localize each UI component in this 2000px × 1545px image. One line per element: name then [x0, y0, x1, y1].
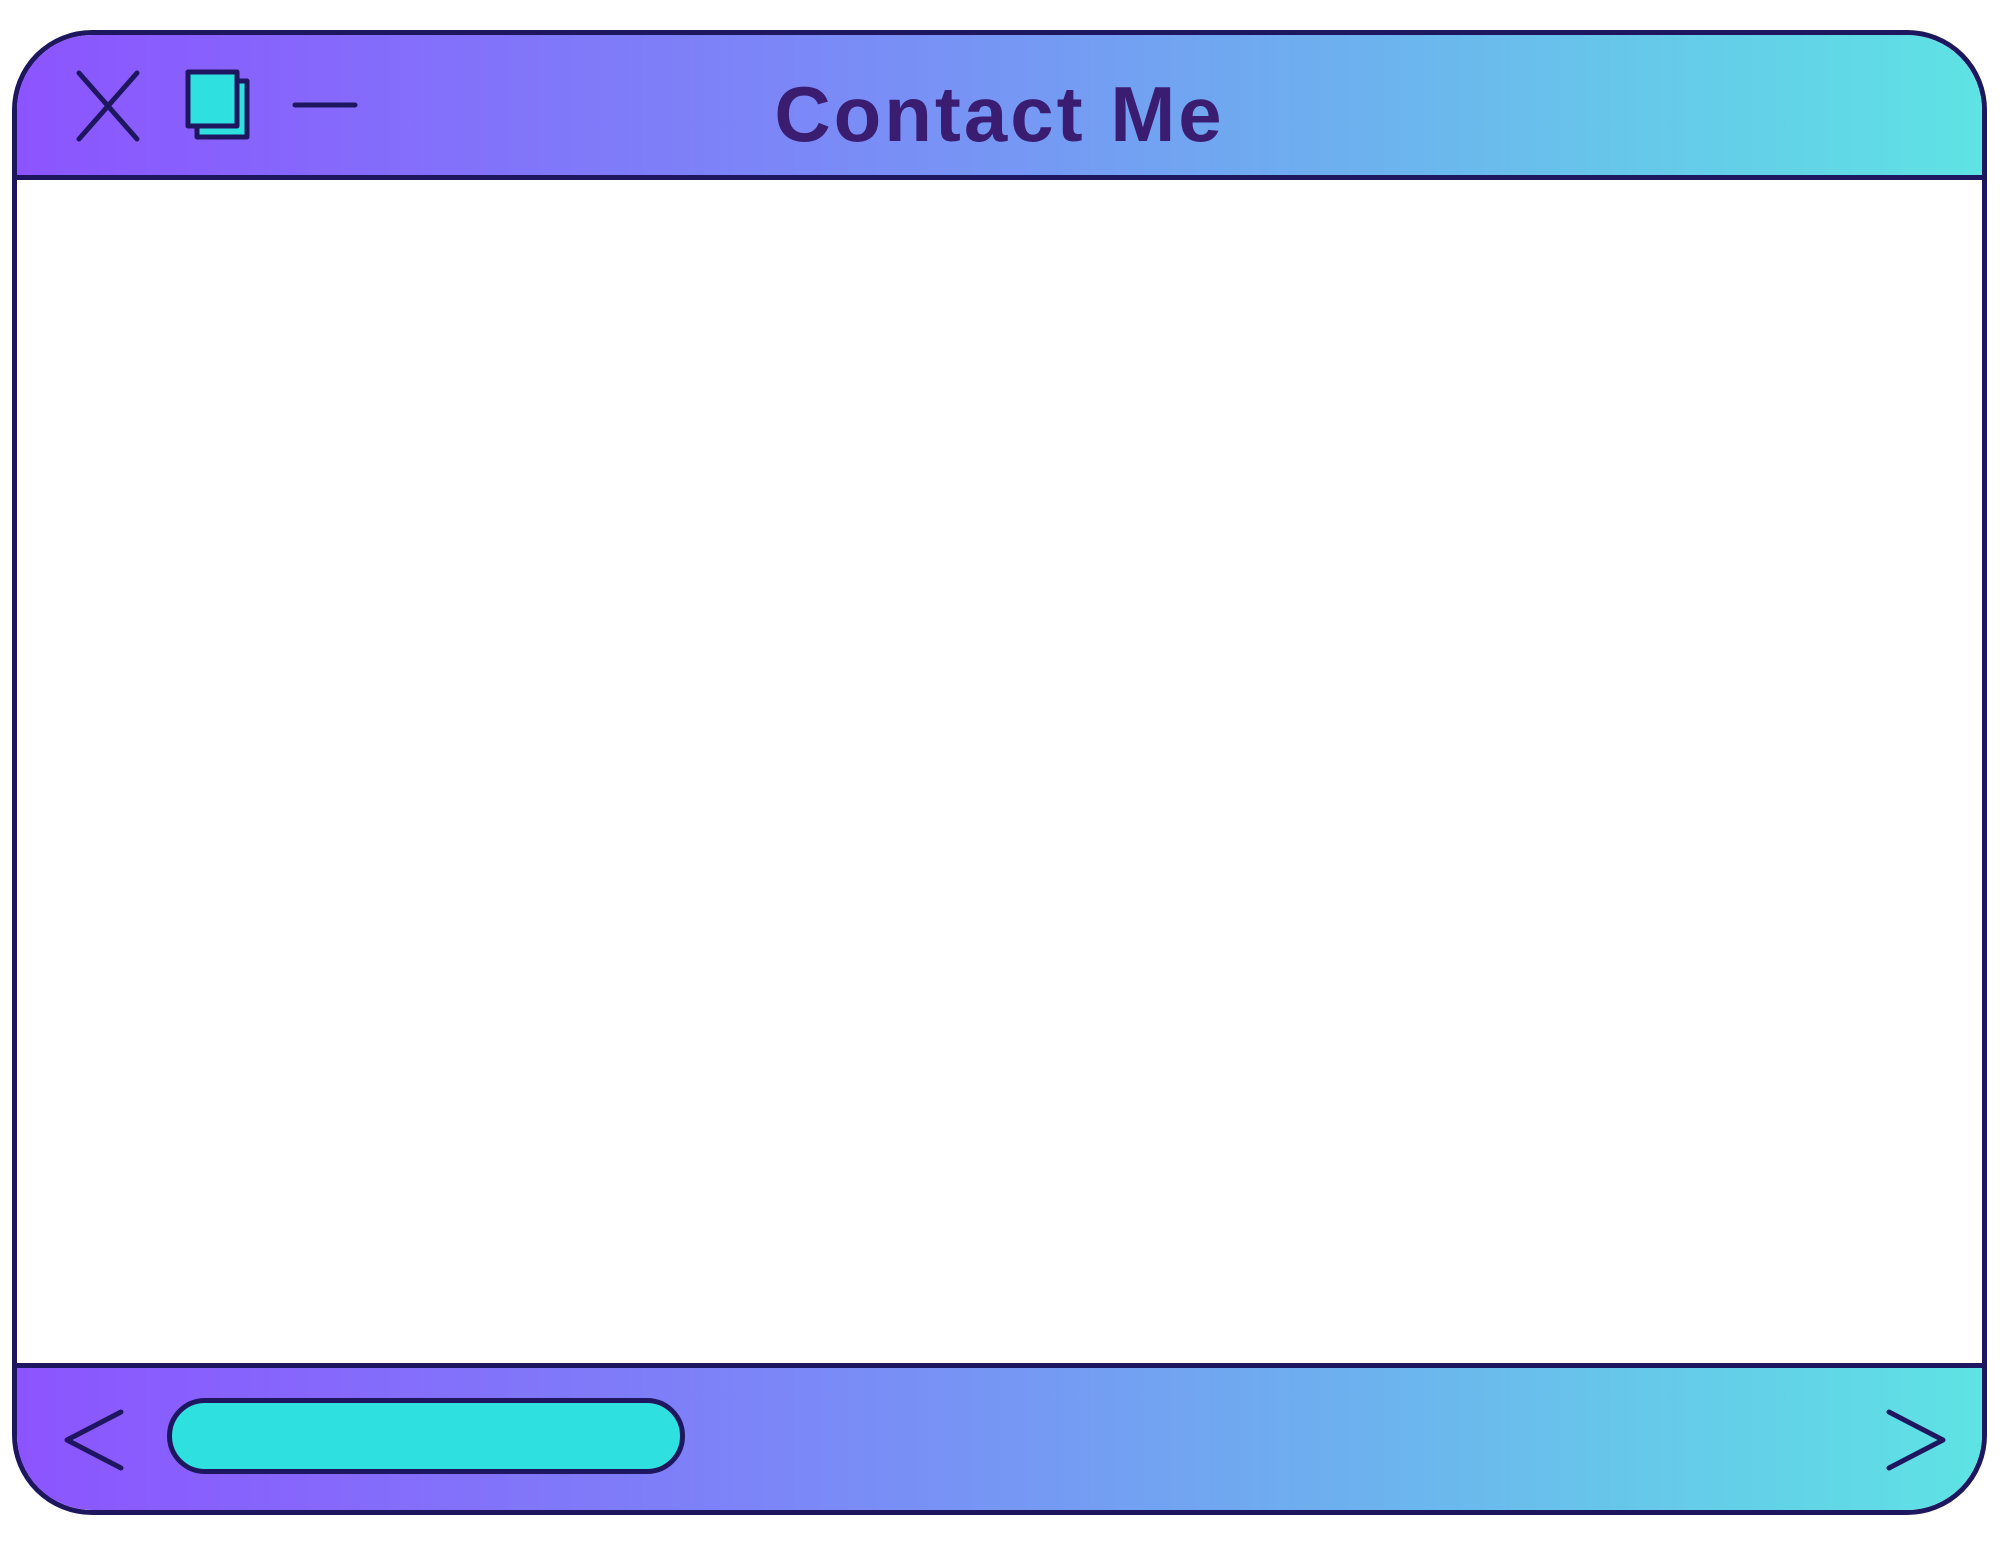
chevron-right-icon: [1886, 1409, 1946, 1471]
horizontal-scrollbar[interactable]: [17, 1363, 1982, 1510]
window-content: [17, 180, 1982, 1363]
chevron-left-icon: [64, 1409, 124, 1471]
app-window: Contact Me: [12, 30, 1987, 1515]
title-bar[interactable]: Contact Me: [17, 35, 1982, 180]
scroll-thumb[interactable]: [167, 1398, 685, 1474]
scroll-left-button[interactable]: [61, 1406, 131, 1474]
scroll-right-button[interactable]: [1879, 1406, 1949, 1474]
window-title: Contact Me: [774, 70, 1225, 158]
